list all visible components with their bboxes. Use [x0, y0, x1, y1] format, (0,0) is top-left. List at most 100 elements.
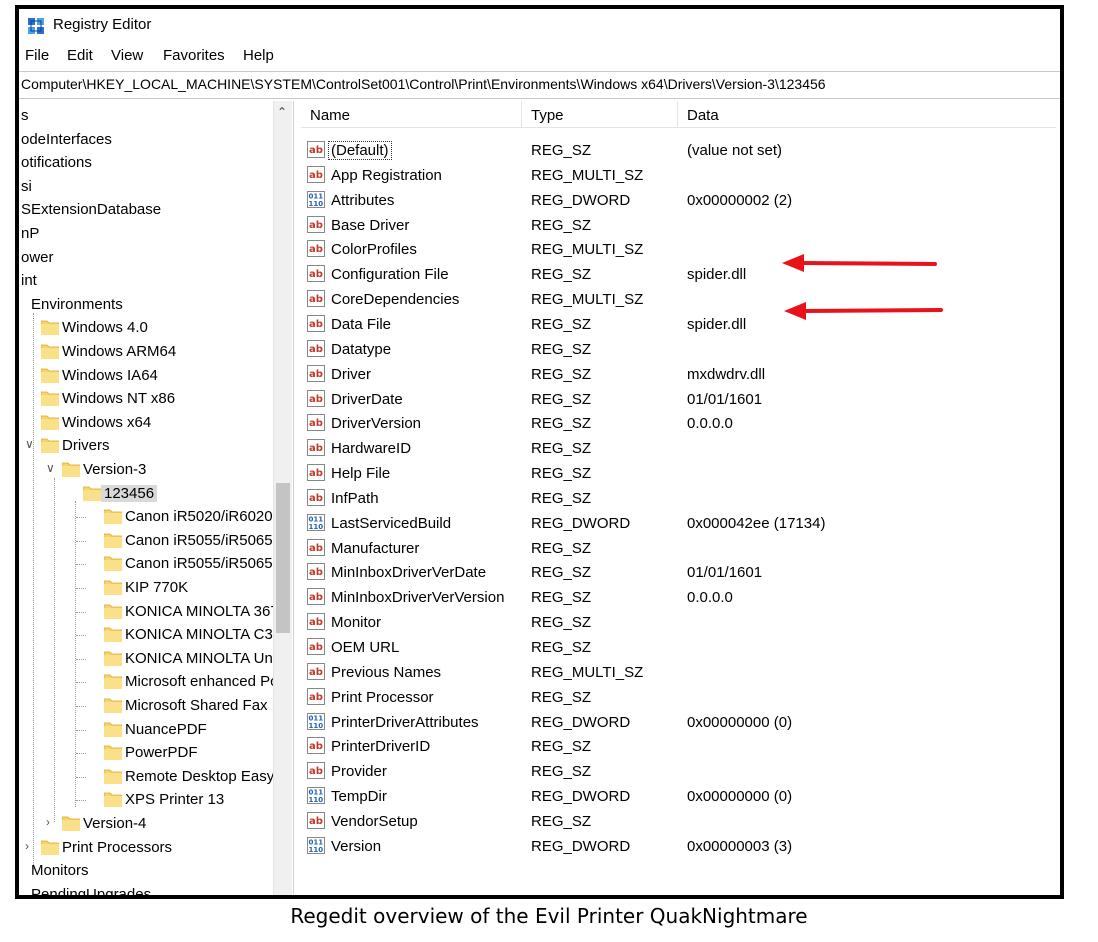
tree-item[interactable]: si — [19, 176, 293, 198]
value-name: Version — [331, 837, 382, 855]
address-path[interactable]: Computer\HKEY_LOCAL_MACHINE\SYSTEM\Contr… — [21, 76, 826, 92]
value-row[interactable]: ab Base Driver REG_SZ — [301, 214, 1056, 238]
value-row[interactable]: ab Configuration File REG_SZ spider.dll — [301, 263, 1056, 287]
tree-item[interactable]: ∨ Drivers — [19, 435, 293, 457]
tree-item[interactable]: Canon iR5020/iR6020 P — [19, 506, 293, 528]
value-row[interactable]: ab Previous Names REG_MULTI_SZ — [301, 661, 1056, 685]
value-row[interactable]: ab Manufacturer REG_SZ — [301, 537, 1056, 561]
value-row[interactable]: ab Driver REG_SZ mxdwdrv.dll — [301, 363, 1056, 387]
tree-item[interactable]: PowerPDF — [19, 742, 293, 764]
tree-item[interactable]: Microsoft enhanced Pc — [19, 671, 293, 693]
values-list-pane[interactable]: Name Type Data ab (Default) REG_SZ (value n… — [301, 101, 1056, 895]
tree-item[interactable]: Microsoft Shared Fax D — [19, 695, 293, 717]
tree-item[interactable]: Remote Desktop Easy P — [19, 766, 293, 788]
tree-item[interactable]: ∨ Version-3 — [19, 459, 293, 481]
value-type: REG_SZ — [531, 365, 592, 383]
tree-item[interactable]: XPS Printer 13 — [19, 789, 293, 811]
tree-item[interactable]: ower — [19, 247, 293, 269]
address-bar[interactable]: Computer\HKEY_LOCAL_MACHINE\SYSTEM\Contr… — [19, 71, 1060, 99]
column-header-data[interactable]: Data — [687, 107, 719, 124]
tree-item[interactable]: Windows NT x86 — [19, 388, 293, 410]
svg-text:ab: ab — [309, 244, 323, 255]
tree-item[interactable]: Canon iR5055/iR5065-S — [19, 553, 293, 575]
tree-item[interactable]: 123456 — [19, 483, 293, 505]
string-value-icon: ab — [307, 240, 325, 258]
menu-edit[interactable]: Edit — [67, 47, 93, 64]
value-row[interactable]: 011 110 LastServicedBuild REG_DWORD 0x000042… — [301, 512, 1056, 536]
string-value-icon: ab — [307, 290, 325, 308]
column-separator[interactable] — [677, 101, 678, 127]
tree-item[interactable]: Windows x64 — [19, 412, 293, 434]
menu-favorites[interactable]: Favorites — [163, 47, 225, 64]
column-separator[interactable] — [521, 101, 522, 127]
value-row[interactable]: ab Help File REG_SZ — [301, 462, 1056, 486]
tree-item[interactable]: nP — [19, 223, 293, 245]
value-name: Print Processor — [331, 688, 434, 706]
tree-item[interactable]: s — [19, 105, 293, 127]
tree-item[interactable]: › Version-4 — [19, 813, 293, 835]
registry-editor-icon — [28, 18, 44, 34]
menu-view[interactable]: View — [111, 47, 143, 64]
menu-file[interactable]: File — [25, 47, 49, 64]
value-row[interactable]: ab Provider REG_SZ — [301, 760, 1056, 784]
value-row[interactable]: ab InfPath REG_SZ — [301, 487, 1056, 511]
menu-help[interactable]: Help — [243, 47, 274, 64]
tree-item[interactable]: Windows IA64 — [19, 365, 293, 387]
svg-text:ab: ab — [309, 642, 323, 653]
value-row[interactable]: ab HardwareID REG_SZ — [301, 437, 1056, 461]
value-row[interactable]: ab Print Processor REG_SZ — [301, 686, 1056, 710]
tree-item[interactable]: › Print Processors — [19, 837, 293, 859]
value-type: REG_MULTI_SZ — [531, 291, 644, 309]
value-row[interactable]: ab MinInboxDriverVerVersion REG_SZ 0.0.0.0 — [301, 586, 1056, 610]
value-row[interactable]: ab Monitor REG_SZ — [301, 611, 1056, 635]
tree-item[interactable]: Monitors — [19, 860, 293, 882]
folder-icon — [103, 626, 123, 643]
scroll-up-arrow-icon[interactable]: ⌃ — [277, 105, 287, 119]
value-row[interactable]: ab App Registration REG_MULTI_SZ — [301, 164, 1056, 188]
value-data: mxdwdrv.dll — [687, 365, 766, 383]
chevron-down-icon[interactable]: ∨ — [25, 438, 37, 450]
chevron-right-icon[interactable]: › — [25, 840, 37, 852]
chevron-right-icon[interactable]: › — [46, 816, 58, 828]
scroll-thumb[interactable] — [276, 483, 290, 633]
value-row[interactable]: 011 110 PrinterDriverAttributes REG_DWORD 0x… — [301, 711, 1056, 735]
key-tree-pane[interactable]: s odeInterfaces otifications si SExtensionDa… — [19, 101, 293, 895]
value-row[interactable]: ab DriverVersion REG_SZ 0.0.0.0 — [301, 412, 1056, 436]
value-row[interactable]: ab VendorSetup REG_SZ — [301, 810, 1056, 834]
string-value-icon: ab — [307, 339, 325, 357]
value-row[interactable]: ab PrinterDriverID REG_SZ — [301, 735, 1056, 759]
svg-text:ab: ab — [309, 220, 323, 231]
tree-item[interactable]: KIP 770K — [19, 577, 293, 599]
tree-guide-line — [76, 682, 86, 684]
value-row[interactable]: 011 110 Attributes REG_DWORD 0x00000002 (2) — [301, 189, 1056, 213]
value-row[interactable]: ab DriverDate REG_SZ 01/01/1601 — [301, 388, 1056, 412]
tree-item[interactable]: Windows 4.0 — [19, 317, 293, 339]
tree-item[interactable]: otifications — [19, 152, 293, 174]
tree-item[interactable]: PendingUpgrades — [19, 884, 293, 895]
value-row[interactable]: ab OEM URL REG_SZ — [301, 636, 1056, 660]
column-header-type[interactable]: Type — [531, 107, 564, 124]
tree-item[interactable]: KONICA MINOLTA 3679 — [19, 601, 293, 623]
tree-item[interactable]: Canon iR5055/iR5065 P — [19, 530, 293, 552]
value-row[interactable]: ab ColorProfiles REG_MULTI_SZ — [301, 238, 1056, 262]
tree-item[interactable]: Environments — [19, 294, 293, 316]
tree-item[interactable]: Windows ARM64 — [19, 341, 293, 363]
chevron-down-icon[interactable]: ∨ — [46, 462, 58, 474]
value-type: REG_SZ — [531, 465, 592, 483]
column-header-name[interactable]: Name — [310, 107, 350, 124]
pane-splitter[interactable] — [293, 101, 300, 895]
tree-item[interactable]: int — [19, 270, 293, 292]
value-row[interactable]: 011 110 TempDir REG_DWORD 0x00000000 (0) — [301, 785, 1056, 809]
value-row[interactable]: 011 110 Version REG_DWORD 0x00000003 (3) — [301, 835, 1056, 859]
tree-item[interactable]: KONICA MINOLTA Univ — [19, 648, 293, 670]
string-value-icon: ab — [307, 811, 325, 829]
tree-item[interactable]: NuancePDF — [19, 719, 293, 741]
tree-scrollbar[interactable]: ⌃ — [273, 101, 292, 895]
value-row[interactable]: ab MinInboxDriverVerDate REG_SZ 01/01/1601 — [301, 561, 1056, 585]
tree-item-label: Version-3 — [83, 461, 147, 478]
tree-item[interactable]: KONICA MINOLTA C36 — [19, 624, 293, 646]
value-row[interactable]: ab Datatype REG_SZ — [301, 338, 1056, 362]
tree-item[interactable]: odeInterfaces — [19, 129, 293, 151]
tree-item[interactable]: SExtensionDatabase — [19, 199, 293, 221]
value-row[interactable]: ab (Default) REG_SZ (value not set) — [301, 139, 1056, 163]
